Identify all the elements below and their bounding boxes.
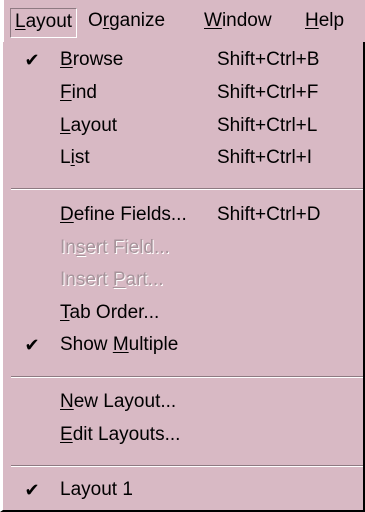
menu-item-insert-field-label: Insert Field... [60,233,170,263]
label-post: efine Fields... [73,204,187,225]
menu-layout[interactable]: Layout [10,8,78,38]
label-accel: N [60,391,74,412]
label-post: ultiple [128,334,179,355]
menu-item-find-shortcut: Shift+Ctrl+F [217,82,319,103]
menu-item-browse-shortcut: Shift+Ctrl+B [217,49,320,70]
label-pre: Show [60,334,113,355]
menu-item-tab-order[interactable]: Tab Order... [3,298,358,328]
checkmark-icon: ✔ [24,335,40,355]
menu-item-show-multiple-label: Show Multiple [60,330,178,360]
label-accel: E [60,424,73,445]
menu-item-new-layout-label: New Layout... [60,387,176,417]
menu-item-insert-part: Insert Part... [3,265,358,295]
label-post: ert Field... [85,237,170,258]
menu-separator [11,188,363,190]
label-pre: L [60,147,71,168]
menu-item-list-label: List [60,143,90,173]
label-accel: M [112,334,129,355]
checkmark-icon: ✔ [24,50,40,70]
label-accel: P [112,269,126,290]
label-post: st [74,147,90,168]
menu-item-edit-layouts[interactable]: Edit Layouts... [3,420,358,450]
menu-item-find-label: Find [60,78,97,108]
label-accel: s [75,237,86,258]
label-accel: D [60,204,74,225]
menu-organize-pre: O [88,10,103,31]
label-accel: B [60,49,73,70]
label-post: ind [71,82,97,103]
label-accel: F [60,82,72,103]
label-post: ew Layout... [73,391,177,412]
menu-layout-post: ayout [25,11,73,32]
menu-item-insert-part-label: Insert Part... [60,265,164,295]
label-post: ayout [70,115,118,136]
menu-help-post: elp [318,10,345,31]
menu-organize[interactable]: Organize [88,9,165,35]
label-post: ab Order... [69,302,160,323]
menu-item-list[interactable]: List Shift+Ctrl+I [3,143,358,173]
menu-window-post: indow [221,10,272,31]
menu-item-show-multiple[interactable]: ✔ Show Multiple [3,330,358,360]
label-accel: T [60,302,70,323]
menu-item-layout-shortcut: Shift+Ctrl+L [217,115,318,136]
menu-bar: Layout Organize Window Help [0,0,365,42]
menu-item-layout-label: Layout [60,111,117,141]
label-post: art... [125,269,164,290]
menu-separator [11,465,363,467]
menu-item-insert-field: Insert Field... [3,233,358,263]
menu-item-find[interactable]: Find Shift+Ctrl+F [3,78,358,108]
menu-item-new-layout[interactable]: New Layout... [3,387,358,417]
menu-item-layout-1[interactable]: ✔ Layout 1 [3,475,358,505]
menu-item-browse[interactable]: ✔ Browse Shift+Ctrl+B [3,45,358,75]
checkmark-icon: ✔ [24,480,40,500]
menu-item-tab-order-label: Tab Order... [60,298,159,328]
menu-window[interactable]: Window [204,9,272,35]
menu-item-layout[interactable]: Layout Shift+Ctrl+L [3,111,358,141]
layout-dropdown-menu: ✔ Browse Shift+Ctrl+B Find Shift+Ctrl+F … [0,42,365,512]
menu-organize-post: ganize [109,10,166,31]
menu-item-layout-1-label: Layout 1 [60,475,133,505]
menu-help-accel: H [305,10,319,31]
label-post: rowse [72,49,124,70]
menu-item-define-fields-label: Define Fields... [60,200,187,230]
label-post: dit Layouts... [72,424,181,445]
menu-item-edit-layouts-label: Edit Layouts... [60,420,180,450]
label-pre: In [60,237,76,258]
label-pre: Layout 1 [60,479,133,500]
menu-item-browse-label: Browse [60,45,123,75]
label-pre: Insert [60,269,113,290]
menu-help[interactable]: Help [305,9,344,35]
menu-item-define-fields[interactable]: Define Fields... Shift+Ctrl+D [3,200,358,230]
menu-item-define-fields-shortcut: Shift+Ctrl+D [217,204,321,225]
label-accel: L [60,115,71,136]
menu-layout-accel: L [15,11,26,32]
menu-item-list-shortcut: Shift+Ctrl+I [217,147,313,168]
menu-window-accel: W [204,10,222,31]
menu-bar-edge [0,0,4,42]
menu-separator [11,376,363,378]
